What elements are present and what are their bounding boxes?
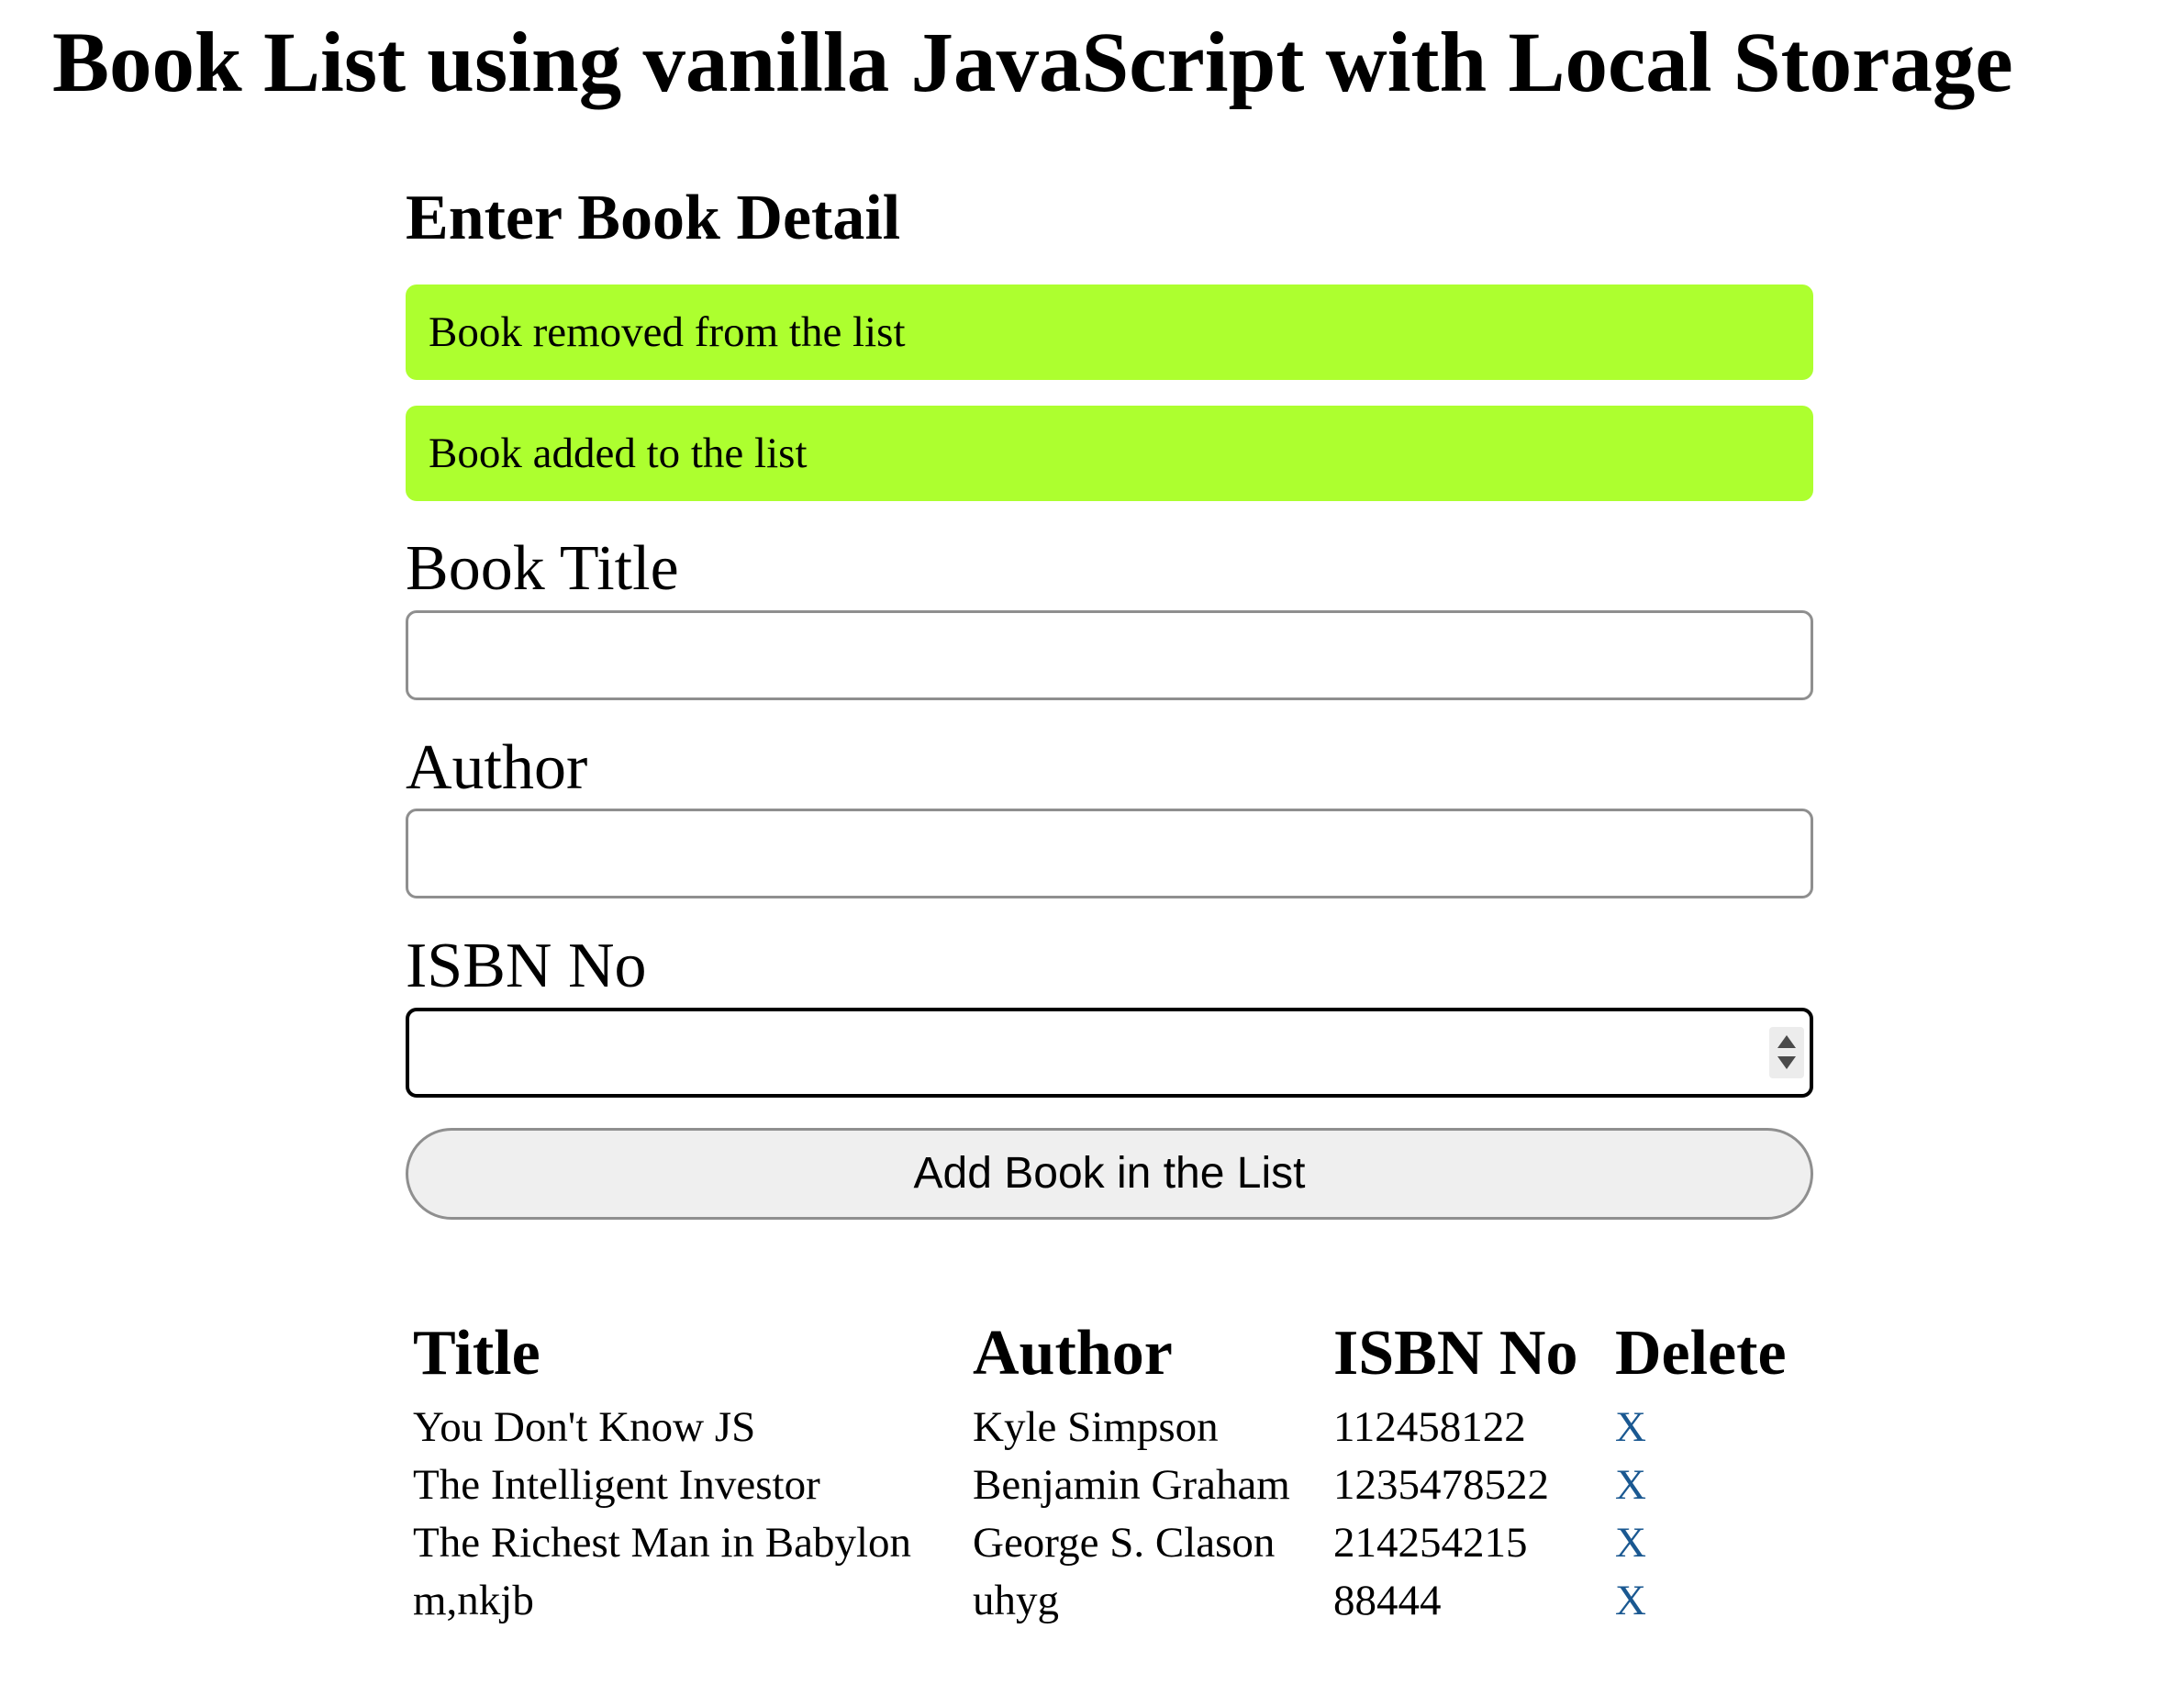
cell-title: You Don't Know JS bbox=[413, 1403, 756, 1451]
cell-isbn: 1235478522 bbox=[1333, 1461, 1549, 1509]
cell-author: Kyle Simpson bbox=[973, 1403, 1219, 1451]
delete-link[interactable]: X bbox=[1615, 1457, 1646, 1512]
column-header-author: Author bbox=[973, 1318, 1173, 1389]
cell-isbn: 112458122 bbox=[1333, 1403, 1526, 1451]
spinner-up-icon[interactable] bbox=[1777, 1035, 1796, 1048]
book-title-input[interactable] bbox=[406, 610, 1813, 700]
delete-link[interactable]: X bbox=[1615, 1515, 1646, 1570]
delete-link[interactable]: X bbox=[1615, 1573, 1646, 1628]
author-input[interactable] bbox=[406, 809, 1813, 898]
column-header-isbn: ISBN No bbox=[1333, 1318, 1578, 1389]
column-header-delete: Delete bbox=[1615, 1318, 1787, 1389]
author-label: Author bbox=[406, 732, 588, 803]
form-section-title: Enter Book Detail bbox=[406, 183, 901, 253]
isbn-label: ISBN No bbox=[406, 931, 647, 1001]
cell-isbn: 214254215 bbox=[1333, 1519, 1528, 1567]
cell-title: The Richest Man in Babylon bbox=[413, 1519, 912, 1567]
cell-author: Benjamin Graham bbox=[973, 1461, 1290, 1509]
isbn-input[interactable] bbox=[406, 1008, 1813, 1098]
book-title-label: Book Title bbox=[406, 533, 679, 604]
cell-title: The Intelligent Investor bbox=[413, 1461, 820, 1509]
spinner-down-icon[interactable] bbox=[1777, 1056, 1796, 1069]
spinner-arrows-icon[interactable] bbox=[1769, 1027, 1804, 1078]
alert-book-added: Book added to the list bbox=[406, 406, 1813, 501]
column-header-title: Title bbox=[413, 1318, 540, 1389]
cell-title: m,nkjb bbox=[413, 1577, 534, 1624]
page-title: Book List using vanilla JavaScript with … bbox=[52, 16, 2013, 110]
alert-book-removed: Book removed from the list bbox=[406, 285, 1813, 380]
delete-link[interactable]: X bbox=[1615, 1400, 1646, 1455]
add-book-button[interactable]: Add Book in the List bbox=[406, 1128, 1813, 1220]
cell-author: uhyg bbox=[973, 1577, 1059, 1624]
cell-isbn: 88444 bbox=[1333, 1577, 1442, 1624]
cell-author: George S. Clason bbox=[973, 1519, 1276, 1567]
